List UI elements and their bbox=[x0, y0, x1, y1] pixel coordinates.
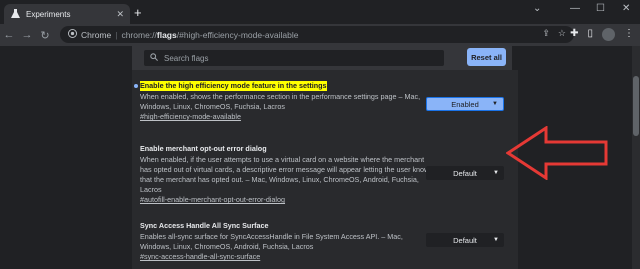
search-input[interactable]: Search flags bbox=[144, 50, 444, 66]
search-header: Search flags bbox=[132, 46, 512, 70]
tab-experiments[interactable]: Experiments ✕ bbox=[4, 4, 130, 24]
experiment-select-sync-access-handle[interactable]: Default ▼ bbox=[426, 233, 504, 247]
url-separator: | bbox=[115, 29, 118, 40]
experiment-description: When enabled, shows the performance sect… bbox=[140, 92, 421, 111]
search-icon bbox=[150, 53, 158, 63]
experiments-list: Enable the high efficiency mode feature … bbox=[132, 70, 518, 269]
experiment-title: Enable the high efficiency mode feature … bbox=[140, 81, 327, 91]
experiment-merchant-opt-out: Enable merchant opt-out error dialog Whe… bbox=[140, 144, 430, 205]
tab-title: Experiments bbox=[26, 9, 71, 19]
window-close-button[interactable]: ✕ bbox=[622, 3, 630, 14]
tab-close-icon[interactable]: ✕ bbox=[116, 9, 124, 20]
chevron-down-icon: ▼ bbox=[493, 170, 499, 176]
experiment-select-high-efficiency[interactable]: Enabled ▼ bbox=[426, 97, 504, 111]
bookmark-star-icon[interactable]: ☆ bbox=[558, 28, 566, 39]
experiment-description: Enables all-sync surface for SyncAccessH… bbox=[140, 232, 403, 251]
chrome-icon bbox=[68, 29, 77, 40]
experiment-high-efficiency-mode: Enable the high efficiency mode feature … bbox=[140, 81, 430, 122]
menu-icon[interactable]: ⋮ bbox=[624, 28, 634, 41]
share-icon[interactable]: ⇪ bbox=[542, 28, 550, 39]
maximize-button[interactable]: ☐ bbox=[596, 3, 605, 14]
url-path: /#high-efficiency-mode-available bbox=[176, 29, 299, 40]
extensions-icon[interactable]: ✚ bbox=[570, 28, 578, 41]
scrollbar-thumb[interactable] bbox=[633, 76, 639, 136]
experiment-link[interactable]: #autofill-enable-merchant-opt-out-error-… bbox=[140, 195, 430, 205]
url-host: flags bbox=[156, 29, 177, 40]
url-prefix: chrome:// bbox=[121, 29, 157, 40]
red-arrow-annotation bbox=[506, 126, 608, 180]
title-bar: Experiments ✕ + ⌄ — ☐ ✕ bbox=[0, 0, 640, 24]
modified-indicator bbox=[134, 84, 138, 88]
flask-icon bbox=[10, 9, 20, 19]
experiment-title: Sync Access Handle All Sync Surface bbox=[140, 221, 269, 230]
chevron-down-icon: ▼ bbox=[493, 237, 499, 243]
experiment-sync-access-handle: Sync Access Handle All Sync Surface Enab… bbox=[140, 221, 430, 262]
experiment-title: Enable merchant opt-out error dialog bbox=[140, 144, 267, 153]
back-button[interactable]: ← bbox=[0, 29, 18, 41]
address-bar[interactable]: Chrome | chrome:// flags /#high-efficien… bbox=[60, 26, 574, 43]
tab-search-icon[interactable]: ⌄ bbox=[533, 3, 541, 14]
new-tab-button[interactable]: + bbox=[134, 6, 142, 20]
select-value: Enabled bbox=[451, 99, 479, 109]
experiment-description: When enabled, if the user attempts to us… bbox=[140, 155, 430, 194]
sidebar-icon[interactable]: ▯ bbox=[587, 28, 593, 41]
flags-page: Search flags Reset all Enable the high e… bbox=[0, 46, 640, 269]
toolbar: ← → ↻ Chrome | chrome:// flags /#high-ef… bbox=[0, 24, 640, 46]
select-value: Default bbox=[453, 168, 477, 178]
experiment-link[interactable]: #sync-access-handle-all-sync-surface bbox=[140, 252, 430, 262]
search-placeholder: Search flags bbox=[164, 53, 209, 63]
avatar[interactable] bbox=[602, 28, 615, 41]
reload-button[interactable]: ↻ bbox=[36, 29, 54, 42]
select-value: Default bbox=[453, 235, 477, 245]
page-scrollbar[interactable] bbox=[632, 46, 640, 269]
minimize-button[interactable]: — bbox=[570, 3, 580, 14]
reset-all-button[interactable]: Reset all bbox=[467, 48, 506, 66]
experiment-link[interactable]: #high-efficiency-mode-available bbox=[140, 112, 430, 122]
forward-button[interactable]: → bbox=[18, 29, 36, 41]
site-label: Chrome bbox=[81, 29, 112, 40]
experiment-select-merchant-opt-out[interactable]: Default ▼ bbox=[426, 166, 504, 180]
chevron-down-icon: ▼ bbox=[492, 101, 498, 107]
